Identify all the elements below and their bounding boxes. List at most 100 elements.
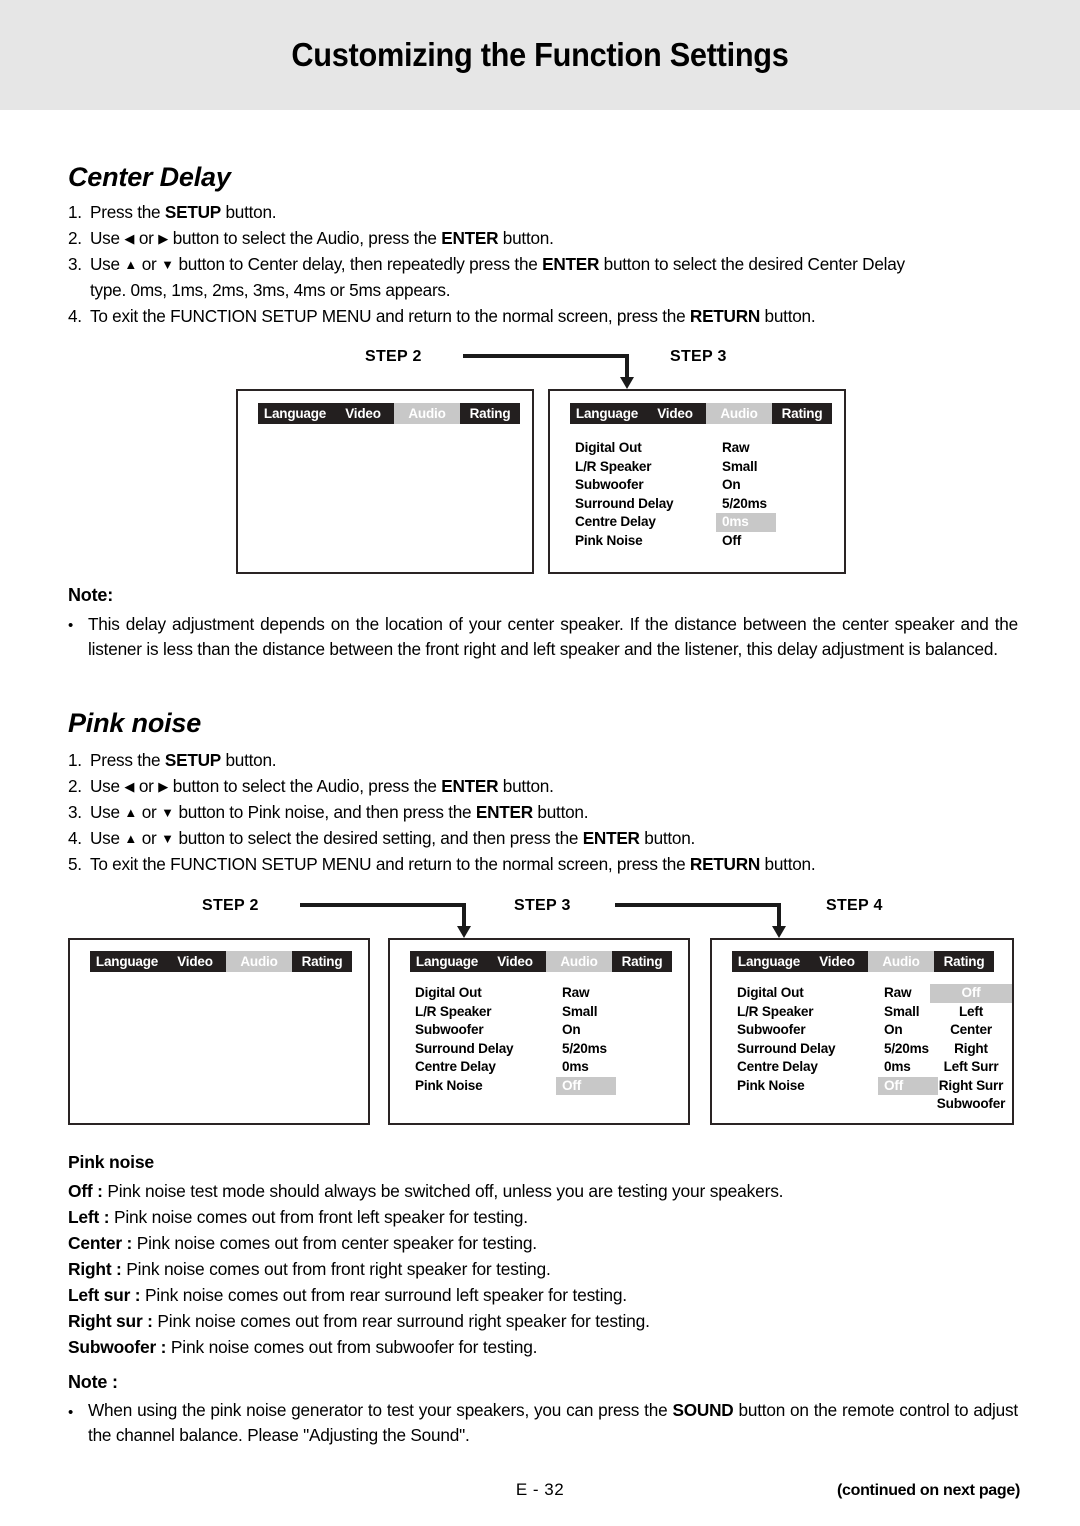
osd-tab-audio[interactable]: Audio (868, 951, 934, 972)
osd-tab-video[interactable]: Video (644, 403, 706, 424)
pink-noise-definition-desc: Pink noise comes out from front right sp… (121, 1259, 551, 1279)
osd-setting-value-selected[interactable]: 0ms (716, 513, 776, 532)
instruction-step: 4. To exit the FUNCTION SETUP MENU and re… (68, 306, 816, 326)
osd-setting-label[interactable]: Centre Delay (415, 1058, 513, 1077)
osd-tab-language[interactable]: Language (258, 403, 332, 424)
osd-tab-audio[interactable]: Audio (706, 403, 772, 424)
osd-setting-label[interactable]: Pink Noise (737, 1077, 835, 1096)
osd-panel-step3: Language Video Audio Rating Digital Out L/R … (548, 389, 846, 574)
connector-line-vertical (777, 903, 781, 928)
osd-tab-language[interactable]: Language (570, 403, 644, 424)
osd-tab-rating[interactable]: Rating (934, 951, 994, 972)
osd-tab-audio[interactable]: Audio (394, 403, 460, 424)
connector-line-horizontal (463, 354, 629, 358)
osd-tab-video[interactable]: Video (332, 403, 394, 424)
connector-line-horizontal (300, 903, 466, 907)
step-label-3: STEP 3 (514, 897, 571, 914)
osd-setting-values: Raw Small On 5/20ms 0ms Off (556, 984, 616, 1095)
osd-setting-label[interactable]: Subwoofer (415, 1021, 513, 1040)
pink-noise-definition-item: Right sur : Pink noise comes out from re… (68, 1308, 650, 1334)
pink-noise-definition-term: Right sur : (68, 1311, 153, 1331)
osd-setting-value[interactable]: 5/20ms (562, 1040, 616, 1059)
osd-panel-step4: Language Video Audio Rating Digital Out L/R … (710, 938, 1014, 1125)
osd-pink-noise-option[interactable]: Subwoofer (930, 1095, 1012, 1114)
instruction-step: 1. Press the SETUP button. (68, 202, 277, 222)
osd-pink-noise-option[interactable]: Right Surr (930, 1077, 1012, 1096)
osd-tab-language[interactable]: Language (410, 951, 484, 972)
osd-setting-value[interactable]: Small (562, 1003, 616, 1022)
pink-noise-definition-term: Center : (68, 1233, 133, 1253)
osd-tab-video[interactable]: Video (484, 951, 546, 972)
osd-setting-value[interactable]: On (562, 1021, 616, 1040)
osd-tab-language[interactable]: Language (732, 951, 806, 972)
osd-setting-label[interactable]: Surround Delay (415, 1040, 514, 1059)
osd-setting-label[interactable]: L/R Speaker (575, 458, 673, 477)
osd-tab-rating[interactable]: Rating (292, 951, 352, 972)
osd-pink-noise-option[interactable]: Left Surr (930, 1058, 1012, 1077)
osd-tab-audio[interactable]: Audio (546, 951, 612, 972)
osd-tab-rating[interactable]: Rating (460, 403, 520, 424)
osd-pink-noise-option[interactable]: Left (930, 1003, 1012, 1022)
connector-line-horizontal (615, 903, 781, 907)
osd-setting-value[interactable]: 0ms (562, 1058, 616, 1077)
footer-continued-note: (continued on next page) (836, 1482, 1020, 1499)
osd-pink-noise-options: Off Left Center Right Left Surr Right Surr Sub… (930, 984, 1012, 1114)
connector-arrowhead-icon (772, 926, 786, 938)
osd-tab-bar: Language Video Audio Rating (258, 403, 520, 424)
section-heading-center-delay: Center Delay (68, 162, 231, 192)
osd-setting-value[interactable]: 5/20ms (722, 495, 776, 514)
osd-setting-value-selected[interactable]: Off (878, 1076, 938, 1095)
pink-noise-definition-item: Left sur : Pink noise comes out from rea… (68, 1282, 627, 1308)
osd-pink-noise-option[interactable]: Off (930, 984, 1012, 1003)
osd-setting-label[interactable]: Pink Noise (415, 1077, 513, 1096)
osd-panel-step3: Language Video Audio Rating Digital Out L/R … (388, 938, 690, 1125)
pink-noise-definition-desc: Pink noise comes out from front left spe… (109, 1207, 528, 1227)
instruction-step: 1. Press the SETUP button. (68, 750, 277, 770)
osd-setting-value[interactable]: On (722, 476, 776, 495)
osd-setting-label[interactable]: Subwoofer (575, 476, 673, 495)
osd-setting-label[interactable]: Subwoofer (737, 1021, 835, 1040)
osd-setting-value[interactable]: 0ms (716, 513, 776, 532)
instruction-step: 4. Use ▲ or ▼ button to select the desire… (68, 828, 696, 848)
osd-setting-label[interactable]: Surround Delay (737, 1040, 836, 1059)
osd-tab-rating[interactable]: Rating (612, 951, 672, 972)
osd-tab-bar: Language Video Audio Rating (410, 951, 672, 972)
connector-line-vertical (462, 903, 466, 928)
osd-setting-value[interactable]: Small (722, 458, 776, 477)
osd-setting-label[interactable]: Digital Out (415, 984, 513, 1003)
osd-tab-language[interactable]: Language (90, 951, 164, 972)
osd-setting-value[interactable]: Raw (562, 984, 616, 1003)
osd-setting-label[interactable]: L/R Speaker (415, 1003, 513, 1022)
instruction-step: 2. Use ◀ or ▶ button to select the Audio,… (68, 228, 554, 248)
pink-noise-definition-desc: Pink noise test mode should always be sw… (102, 1181, 784, 1201)
osd-pink-noise-option[interactable]: Center (930, 1021, 1012, 1040)
osd-setting-label[interactable]: Digital Out (737, 984, 835, 1003)
osd-tab-rating[interactable]: Rating (772, 403, 832, 424)
osd-panel-step2: Language Video Audio Rating (68, 938, 370, 1125)
osd-setting-value[interactable]: Off (556, 1076, 616, 1095)
osd-setting-value[interactable]: Raw (722, 439, 776, 458)
osd-setting-label[interactable]: Centre Delay (737, 1058, 835, 1077)
osd-setting-labels: Digital Out L/R Speaker Subwoofer Surround … (737, 984, 836, 1096)
osd-tab-audio[interactable]: Audio (226, 951, 292, 972)
note-text-1: This delay adjustment depends on the loc… (88, 614, 1018, 659)
instruction-step: type. 0ms, 1ms, 2ms, 3ms, 4ms or 5ms app… (90, 280, 451, 300)
osd-setting-label[interactable]: Pink Noise (575, 532, 673, 551)
osd-pink-noise-option[interactable]: Right (930, 1040, 1012, 1059)
osd-setting-label[interactable]: Digital Out (575, 439, 673, 458)
document-page: Customizing the Function Settings Center… (0, 0, 1080, 1526)
pink-noise-definition-item: Center : Pink noise comes out from cente… (68, 1230, 537, 1256)
osd-setting-label[interactable]: L/R Speaker (737, 1003, 835, 1022)
osd-setting-value-selected[interactable]: Off (556, 1076, 616, 1095)
osd-tab-video[interactable]: Video (164, 951, 226, 972)
osd-tab-video[interactable]: Video (806, 951, 868, 972)
pink-noise-definition-item: Subwoofer : Pink noise comes out from su… (68, 1334, 538, 1360)
note-heading-1: Note: (68, 585, 113, 605)
instruction-step: 3. Use ▲ or ▼ button to Center delay, the… (68, 254, 905, 274)
pink-noise-definition-desc: Pink noise comes out from center speaker… (132, 1233, 537, 1253)
note-heading-2: Note : (68, 1372, 118, 1392)
instruction-step: 3. Use ▲ or ▼ button to Pink noise, and t… (68, 802, 589, 822)
osd-setting-value[interactable]: Off (722, 532, 776, 551)
osd-setting-label[interactable]: Surround Delay (575, 495, 674, 514)
osd-setting-label[interactable]: Centre Delay (575, 513, 673, 532)
